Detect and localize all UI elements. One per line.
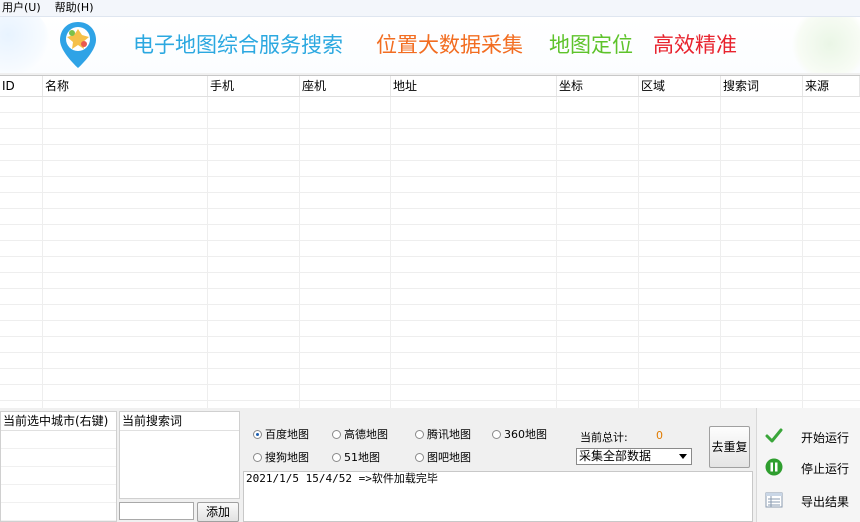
map-source-options: 百度地图 高德地图 腾讯地图 360地图 搜狗地图 51地图 图吧地图 当前总计… <box>243 411 753 471</box>
column-header-source[interactable]: 来源 <box>803 76 860 96</box>
menu-bar: 用户(U) 帮助(H) <box>0 0 860 17</box>
radio-gaode-map[interactable]: 高德地图 <box>332 428 388 442</box>
radio-tencent-map[interactable]: 腾讯地图 <box>415 428 471 442</box>
radio-empty-icon <box>415 430 424 439</box>
radio-baidu-map[interactable]: 百度地图 <box>253 428 309 442</box>
column-header-landline[interactable]: 座机 <box>300 76 391 96</box>
map-pin-logo-icon <box>60 22 96 68</box>
column-header-id[interactable]: ID <box>0 76 43 96</box>
radio-selected-icon <box>253 430 262 439</box>
slogan-positioning: 地图定位 <box>549 33 633 57</box>
keyword-list-panel[interactable]: 当前搜索词 <box>119 411 240 499</box>
total-count-value: 0 <box>656 429 663 442</box>
slogan-efficient: 高效精准 <box>653 33 737 57</box>
radio-empty-icon <box>332 453 341 462</box>
radio-empty-icon <box>332 430 341 439</box>
radio-51-map[interactable]: 51地图 <box>332 451 380 465</box>
column-header-region[interactable]: 区域 <box>639 76 721 96</box>
add-keyword-button[interactable]: 添加 <box>197 502 239 522</box>
dedup-button[interactable]: 去重复 <box>709 426 750 468</box>
table-body <box>0 97 860 409</box>
collect-mode-value: 采集全部数据 <box>579 449 652 463</box>
total-count-label: 当前总计: <box>580 431 628 444</box>
banner-decoration-right <box>790 17 860 73</box>
start-run-button[interactable]: 开始运行 <box>765 425 860 447</box>
column-header-address[interactable]: 地址 <box>391 76 557 96</box>
radio-tuba-map[interactable]: 图吧地图 <box>415 451 471 465</box>
chevron-down-icon <box>679 454 687 459</box>
pause-icon <box>765 458 783 476</box>
table-export-icon <box>765 492 783 508</box>
results-table[interactable]: ID 名称 手机 座机 地址 坐标 区域 搜索词 来源 <box>0 75 860 409</box>
radio-empty-icon <box>492 430 501 439</box>
menu-help[interactable]: 帮助(H) <box>53 0 96 16</box>
column-header-mobile[interactable]: 手机 <box>208 76 300 96</box>
radio-360-map[interactable]: 360地图 <box>492 428 547 442</box>
radio-empty-icon <box>415 453 424 462</box>
column-header-coordinates[interactable]: 坐标 <box>557 76 639 96</box>
column-header-keyword[interactable]: 搜索词 <box>721 76 803 96</box>
action-panel: 开始运行 停止运行 导出结果 <box>756 408 860 522</box>
export-results-button[interactable]: 导出结果 <box>765 489 860 511</box>
radio-sogou-map[interactable]: 搜狗地图 <box>253 451 309 465</box>
banner-decoration-left <box>0 17 50 73</box>
collect-mode-select[interactable]: 采集全部数据 <box>576 448 692 465</box>
keyword-input[interactable] <box>119 502 194 520</box>
slogan-big-data: 位置大数据采集 <box>376 33 523 57</box>
keyword-list-header: 当前搜索词 <box>120 412 239 431</box>
app-banner: 电子地图综合服务搜索 位置大数据采集 地图定位 高效精准 <box>0 17 860 73</box>
log-output[interactable]: 2021/1/5 15/4/52 =>软件加载完毕 <box>243 471 753 522</box>
slogan-map-search: 电子地图综合服务搜索 <box>133 33 343 57</box>
table-header: ID 名称 手机 座机 地址 坐标 区域 搜索词 来源 <box>0 76 860 97</box>
stop-run-button[interactable]: 停止运行 <box>765 456 860 478</box>
radio-empty-icon <box>253 453 262 462</box>
column-header-name[interactable]: 名称 <box>43 76 208 96</box>
checkmark-icon <box>765 428 783 443</box>
city-list[interactable] <box>1 431 116 521</box>
city-list-panel[interactable]: 当前选中城市(右键) <box>0 411 117 522</box>
log-line: 2021/1/5 15/4/52 =>软件加载完毕 <box>246 472 438 485</box>
menu-user[interactable]: 用户(U) <box>0 0 43 16</box>
control-area: 当前选中城市(右键) 当前搜索词 添加 百度地图 高德地图 腾讯地图 360地图… <box>0 408 860 522</box>
city-list-header: 当前选中城市(右键) <box>1 412 116 431</box>
